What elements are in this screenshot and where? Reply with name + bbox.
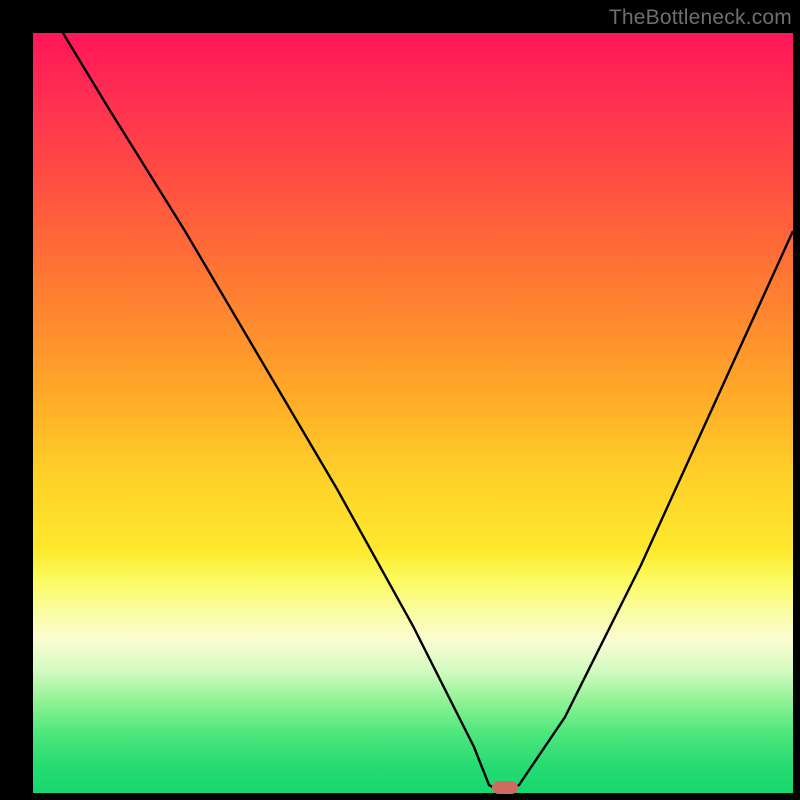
plot-area (33, 33, 793, 793)
bottleneck-curve (33, 33, 793, 793)
optimal-marker (492, 781, 518, 794)
curve-path (63, 33, 793, 793)
chart-frame: TheBottleneck.com (0, 0, 800, 800)
watermark: TheBottleneck.com (609, 6, 792, 30)
